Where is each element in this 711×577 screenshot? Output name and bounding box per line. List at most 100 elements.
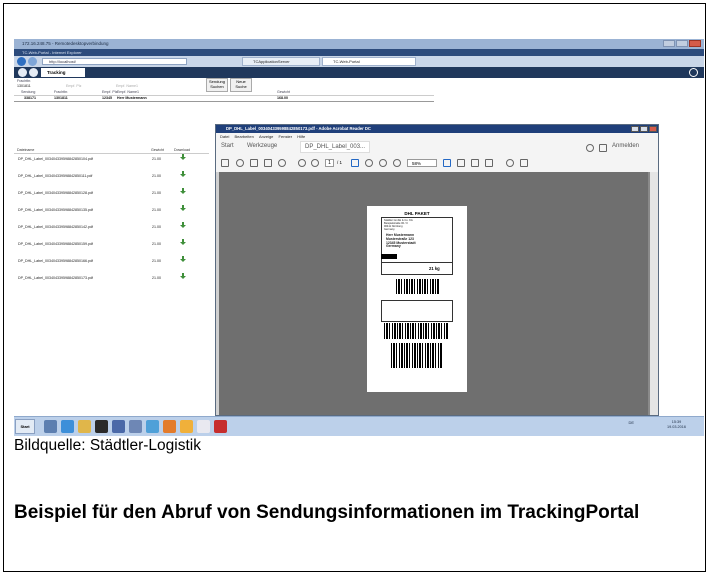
chrome-icon[interactable]	[197, 420, 210, 433]
zoom-out-icon[interactable]	[379, 159, 387, 167]
cursor-icon[interactable]	[351, 159, 359, 167]
cmd-icon[interactable]	[95, 420, 108, 433]
file-name: DP_DHL_Label_003404339598842850135.pdf	[18, 208, 93, 212]
page-down-icon[interactable]	[311, 159, 319, 167]
empf-name-input[interactable]: Empf. Name1	[116, 84, 138, 88]
browser-title: TC-Web-Portal - Internet Explorer	[22, 50, 82, 55]
download-icon[interactable]	[180, 188, 186, 194]
col-empf-plz: Empf. Plz	[102, 90, 118, 94]
settings-icon[interactable]	[18, 68, 27, 77]
menu-datei[interactable]: Datei	[220, 134, 229, 139]
col-gewicht-files: Gewicht	[151, 148, 164, 152]
result-frachtbrief[interactable]: 1301811	[54, 96, 68, 100]
tab-tracking[interactable]: Tracking	[41, 68, 85, 77]
result-gewicht[interactable]: 168.00	[277, 96, 288, 100]
button-line: Suchen	[210, 83, 224, 89]
close-button[interactable]	[689, 40, 701, 47]
close-button[interactable]	[649, 126, 657, 132]
file-weight: 21.00	[152, 242, 161, 246]
download-icon[interactable]	[180, 239, 186, 245]
label-sender: Städtler GmbH & Co. KG Beispielstraße 00…	[384, 219, 413, 231]
save-icon[interactable]	[221, 159, 229, 167]
page-up-icon[interactable]	[298, 159, 306, 167]
comment-icon[interactable]	[506, 159, 514, 167]
menu-hilfe[interactable]: Hilfe	[297, 134, 305, 139]
back-icon[interactable]	[17, 57, 26, 66]
acrobat-titlebar: DP_DHL_Label_003404339598842850173.pdf -…	[216, 125, 658, 133]
menu-bearbeiten[interactable]: Bearbeiten	[234, 134, 253, 139]
label-weight: 21 kg	[429, 266, 440, 271]
zoom-in-icon[interactable]	[393, 159, 401, 167]
signin-link[interactable]: Anmelden	[612, 143, 639, 149]
zoom-select[interactable]: 58%	[407, 159, 437, 167]
tab-document[interactable]: DP_DHL_Label_003...	[300, 141, 371, 153]
download-icon[interactable]	[180, 154, 186, 160]
acrobat-title: DP_DHL_Label_003404339598842850173.pdf -…	[226, 126, 371, 131]
forward-icon[interactable]	[28, 57, 37, 66]
right-pane-handle[interactable]	[650, 172, 658, 415]
tab-start[interactable]: Start	[221, 143, 234, 149]
label-black-bar	[381, 254, 397, 259]
print-icon[interactable]	[250, 159, 258, 167]
label-title: DHL PAKET	[404, 211, 430, 216]
acrobat-icon[interactable]	[214, 420, 227, 433]
button-line: Suche	[235, 83, 247, 89]
explorer-icon[interactable]	[44, 420, 57, 433]
label-info-box	[381, 262, 453, 275]
left-pane-handle[interactable]	[216, 172, 219, 415]
fullscreen-icon[interactable]	[471, 159, 479, 167]
address-bar[interactable]: http://localhost/	[42, 58, 187, 65]
download-icon[interactable]	[180, 256, 186, 262]
document-area: DHL PAKET Städtler GmbH & Co. KG Beispie…	[216, 172, 658, 415]
divider	[14, 95, 434, 96]
upload-icon[interactable]	[236, 159, 244, 167]
download-icon[interactable]	[180, 205, 186, 211]
sendung-suchen-button[interactable]: Sendung Suchen	[206, 78, 228, 92]
maximize-button[interactable]	[676, 40, 688, 47]
search-icon[interactable]	[278, 159, 286, 167]
frachtbrief-input[interactable]: 1301811	[17, 84, 31, 88]
hand-icon[interactable]	[365, 159, 373, 167]
network-icon[interactable]	[112, 420, 125, 433]
help-icon[interactable]	[586, 144, 594, 152]
app-icon[interactable]	[129, 420, 142, 433]
app-icon[interactable]	[163, 420, 176, 433]
image-source-caption: Bildquelle: Städtler-Logistik	[14, 437, 201, 454]
result-name[interactable]: Herr Mustermann	[117, 96, 147, 100]
result-sendung[interactable]: 338171	[24, 96, 36, 100]
minimize-button[interactable]	[663, 40, 675, 47]
menu-anzeige[interactable]: Anzeige	[259, 134, 273, 139]
tab-werkzeuge[interactable]: Werkzeuge	[247, 143, 277, 149]
language-indicator[interactable]: DE	[628, 420, 634, 425]
minimize-button[interactable]	[631, 126, 639, 132]
start-button[interactable]: Start	[15, 419, 35, 434]
download-icon[interactable]	[180, 273, 186, 279]
col-frachtbrief: Frachtbr.	[54, 90, 69, 94]
empf-plz-input[interactable]: Empf. Plz	[66, 84, 81, 88]
home-icon[interactable]	[29, 68, 38, 77]
keyboard-icon[interactable]	[485, 159, 493, 167]
maximize-button[interactable]	[640, 126, 648, 132]
neue-suche-button[interactable]: Neue Suche	[230, 78, 252, 92]
download-icon[interactable]	[180, 222, 186, 228]
browser-tab-web-portal[interactable]: TC-Web-Portal	[322, 57, 416, 66]
pen-icon[interactable]	[520, 159, 528, 167]
download-icon[interactable]	[180, 171, 186, 177]
page-number-input[interactable]: 1	[325, 159, 334, 167]
scroll-mode-icon[interactable]	[457, 159, 465, 167]
power-icon[interactable]	[689, 68, 698, 77]
device-icon[interactable]	[599, 144, 607, 152]
folder-icon[interactable]	[78, 420, 91, 433]
fit-page-icon[interactable]	[443, 159, 451, 167]
col-dateiname: Dateiname	[17, 148, 35, 152]
acrobat-menubar: Datei Bearbeiten Anzeige Fenster Hilfe	[216, 133, 658, 140]
ie-icon[interactable]	[61, 420, 74, 433]
result-plz[interactable]: 12345	[102, 96, 112, 100]
file-weight: 21.00	[152, 174, 161, 178]
clock[interactable]: 15:39 19.03.2016	[667, 420, 686, 430]
browser-tab-app-server[interactable]: TCApplicationServer	[242, 57, 320, 66]
app-icon[interactable]	[146, 420, 159, 433]
menu-fenster[interactable]: Fenster	[279, 134, 293, 139]
mail-icon[interactable]	[264, 159, 272, 167]
app-icon[interactable]	[180, 420, 193, 433]
